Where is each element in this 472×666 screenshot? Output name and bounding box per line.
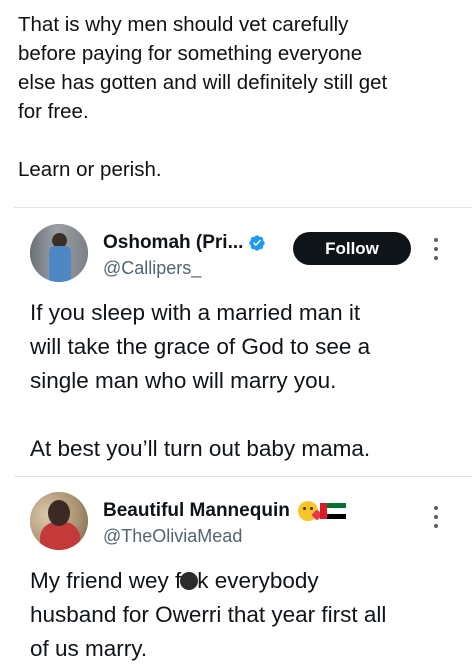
tweet-text-line: My friend wey f k everybody [30, 564, 460, 598]
face-blowing-kiss-emoji [297, 501, 318, 521]
caption-line: before paying for something everyone [18, 42, 363, 65]
tweet-text-line: of us marry. [30, 636, 148, 661]
tweet-text-line: At best you’ll turn out baby mama. [30, 436, 371, 461]
avatar[interactable] [30, 224, 88, 282]
handle[interactable]: @TheOliviaMead [103, 526, 242, 547]
more-options-icon[interactable] [431, 238, 441, 260]
caption-text: That is why men should vet carefully bef… [18, 10, 463, 184]
tweet-text-line: will take the grace of God to see a [30, 334, 371, 359]
follow-button[interactable]: Follow [293, 232, 411, 265]
censor-emoji [180, 572, 199, 590]
divider [14, 207, 472, 208]
verified-badge-icon [249, 235, 266, 251]
handle[interactable]: @Callipers_ [103, 258, 201, 279]
more-options-icon[interactable] [431, 506, 441, 528]
display-name[interactable]: Beautiful Mannequin [103, 500, 290, 522]
avatar[interactable] [30, 492, 88, 550]
tweet-text-line: single man who will marry you. [30, 368, 337, 393]
caption-line: else has gotten and will definitely stil… [18, 71, 388, 94]
tweet-body: If you sleep with a married man it will … [30, 296, 460, 466]
tweet-text-line: If you sleep with a married man it [30, 300, 361, 325]
tweet-text-line: husband for Owerri that year first all [30, 602, 387, 627]
caption-line: Learn or perish. [18, 158, 162, 181]
divider [14, 476, 472, 477]
caption-line: That is why men should vet carefully [18, 13, 349, 36]
tweet-text-fragment: k everybody [197, 568, 319, 593]
display-name[interactable]: Oshomah (Pri... [103, 232, 243, 254]
caption-line: for free. [18, 100, 89, 123]
tweet-text-fragment: My friend wey f [30, 568, 182, 593]
uae-flag-emoji [319, 503, 346, 519]
tweet-body: My friend wey f k everybody husband for O… [30, 564, 460, 666]
